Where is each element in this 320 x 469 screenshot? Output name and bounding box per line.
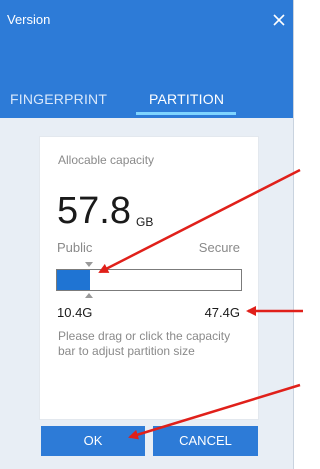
dialog-header: Version FINGERPRINT PARTITION [0, 0, 293, 118]
close-icon[interactable] [270, 11, 288, 29]
allocable-capacity-label: Allocable capacity [58, 153, 155, 167]
active-tab-indicator [136, 112, 236, 115]
bar-marker-top-icon [85, 262, 93, 267]
bar-marker-bottom-icon [85, 293, 93, 298]
partition-card: Allocable capacity 57.8 GB Public Secure… [40, 137, 258, 419]
capacity-unit: GB [136, 215, 154, 229]
secure-size: 47.4G [204, 305, 240, 320]
secure-label: Secure [198, 240, 240, 255]
version-dialog: Version FINGERPRINT PARTITION Allocable … [0, 0, 294, 469]
tab-fingerprint[interactable]: FINGERPRINT [10, 91, 107, 107]
public-label: Public [57, 240, 93, 255]
capacity-bar[interactable] [56, 269, 242, 291]
tab-partition[interactable]: PARTITION [149, 91, 224, 107]
public-size: 10.4G [57, 305, 93, 320]
capacity-value: 57.8 [57, 190, 131, 232]
tab-bar: FINGERPRINT PARTITION [0, 91, 293, 118]
ok-button[interactable]: OK [41, 426, 145, 456]
public-partition-fill [57, 270, 91, 290]
window-title: Version [7, 12, 51, 27]
adjust-hint: Please drag or click the capacity bar to… [58, 329, 231, 358]
cancel-button[interactable]: CANCEL [153, 426, 258, 456]
